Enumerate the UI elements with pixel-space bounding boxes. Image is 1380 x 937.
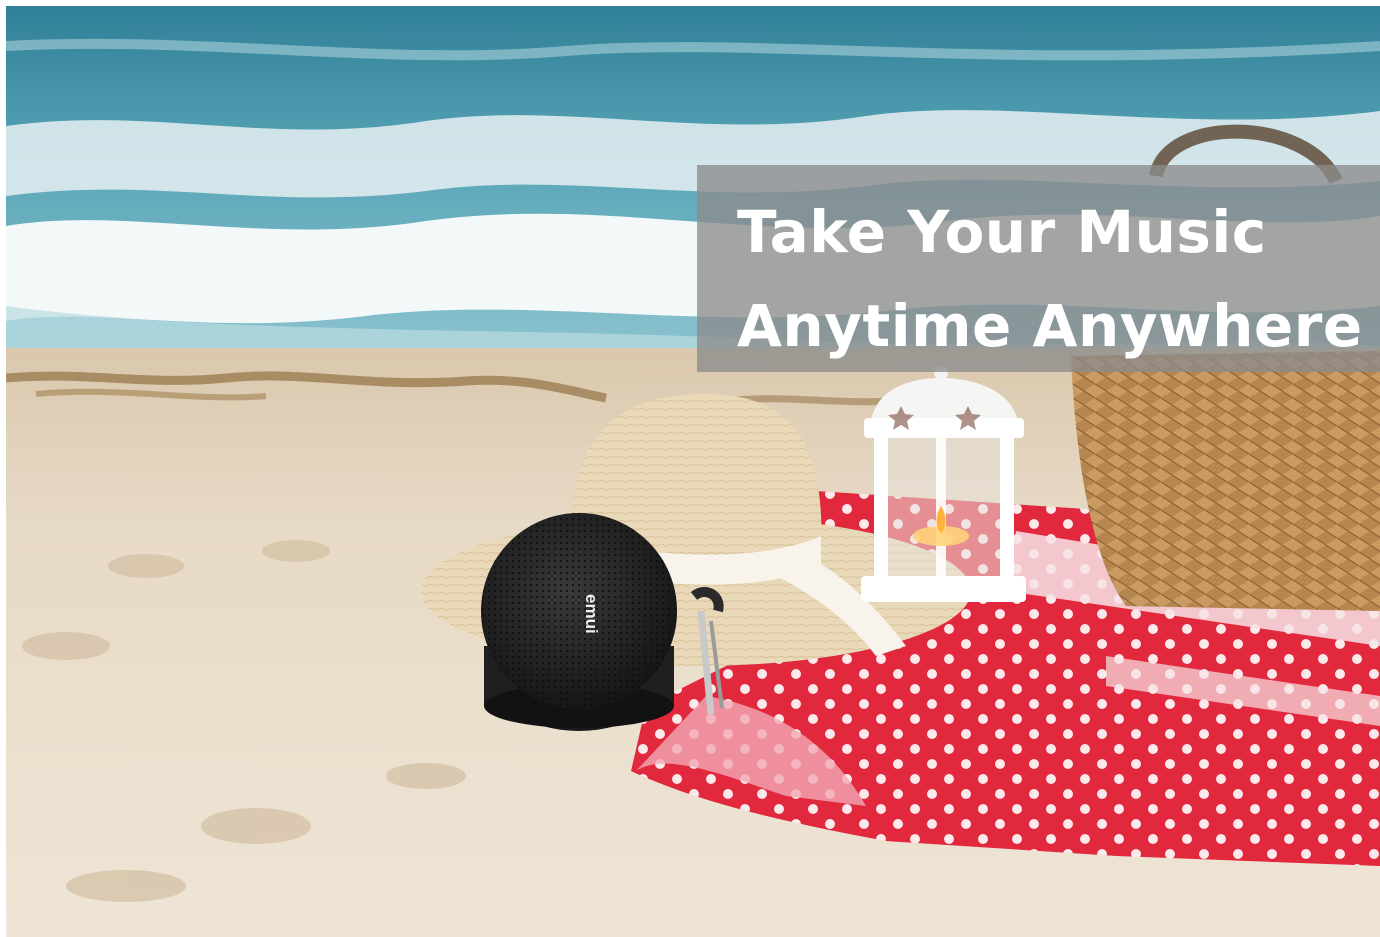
promo-banner: Take Your Music Anytime Anywhere bbox=[697, 165, 1380, 372]
beach-product-scene: emui bbox=[6, 6, 1380, 937]
banner-headline-line-1: Take Your Music bbox=[737, 198, 1267, 266]
speaker-brand-mark: emui bbox=[582, 594, 601, 634]
lantern bbox=[861, 366, 1026, 602]
scene-illustration: emui bbox=[6, 6, 1380, 937]
woven-basket bbox=[1071, 351, 1380, 611]
banner-headline-line-2: Anytime Anywhere bbox=[737, 292, 1363, 360]
